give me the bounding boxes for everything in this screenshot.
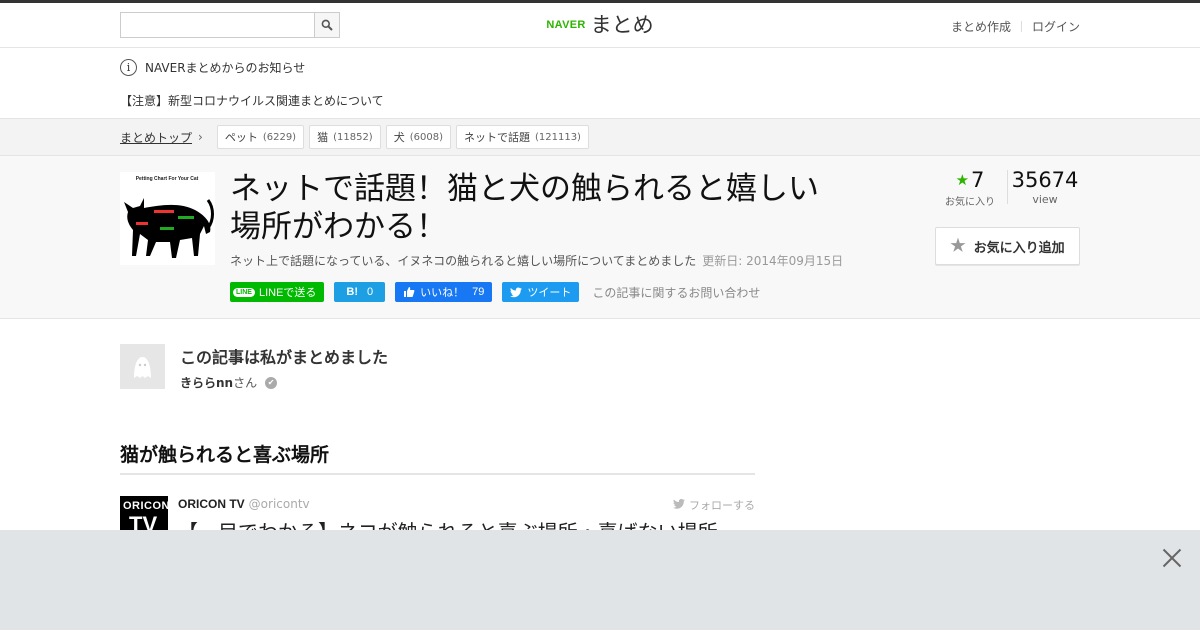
search-icon bbox=[321, 19, 333, 31]
tag-dog[interactable]: 犬 (6008) bbox=[385, 125, 451, 149]
author-name: きららnnさん ✔ bbox=[180, 374, 278, 391]
header-nav: まとめ作成 ログイン bbox=[951, 18, 1080, 35]
tweet-avatar-line1: ORICON bbox=[123, 500, 170, 512]
author-box: この記事は私がまとめました きららnnさん ✔ bbox=[120, 344, 760, 390]
author-suffix: さん bbox=[233, 376, 258, 390]
tag-count: (6008) bbox=[409, 131, 443, 143]
tweet-user-handle: @oricontv bbox=[248, 497, 310, 511]
article-title: ネットで話題！猫と犬の触られると嬉しい場所がわかる！ bbox=[230, 171, 819, 245]
avatar[interactable] bbox=[120, 344, 165, 389]
hatena-count: 0 bbox=[367, 286, 374, 298]
cat-chart-image: Petting Chart For Your Cat bbox=[120, 172, 215, 265]
hatena-bookmark-button[interactable]: B! 0 bbox=[334, 282, 386, 302]
tag-count: (11852) bbox=[333, 131, 373, 143]
nav-divider bbox=[1020, 21, 1022, 32]
notice-item-link[interactable]: 【注意】新型コロナウイルス関連まとめについて bbox=[120, 92, 384, 109]
article-description: ネット上で話題になっている、イヌネコの触られると嬉しい場所についてまとめました更… bbox=[230, 252, 843, 269]
chevron-right-icon: › bbox=[198, 130, 203, 144]
tweet-follow-button[interactable]: フォローする bbox=[673, 497, 755, 513]
breadcrumb: まとめトップ › ペット (6229) 猫 (11852) 犬 (6008) ネットで… bbox=[0, 118, 1200, 156]
ad-overlay-banner bbox=[0, 530, 1200, 630]
tweet-user-name[interactable]: ORICON TV bbox=[178, 497, 245, 511]
author-heading: この記事は私がまとめました bbox=[180, 348, 389, 367]
facebook-like-count: 79 bbox=[472, 286, 485, 298]
tag-count: (6229) bbox=[262, 131, 297, 143]
notice-title: NAVERまとめからのお知らせ bbox=[145, 61, 306, 75]
hatena-icon: B! bbox=[346, 286, 359, 298]
login-link[interactable]: ログイン bbox=[1032, 18, 1080, 35]
tweet-user: ORICON TV @oricontv bbox=[178, 497, 310, 511]
updated-date: 更新日: 2014年09月15日 bbox=[702, 254, 844, 268]
thumbnail-caption: Petting Chart For Your Cat bbox=[136, 176, 199, 182]
tag-label: ネットで話題 bbox=[463, 131, 530, 144]
inquiry-link[interactable]: この記事に関するお問い合わせ bbox=[592, 284, 760, 301]
thumbs-up-icon bbox=[404, 287, 415, 297]
tag-label: ペット bbox=[224, 131, 258, 144]
author-username: きららnn bbox=[180, 376, 234, 390]
view-label: view bbox=[1032, 193, 1058, 206]
favorite-count: 7 bbox=[971, 168, 985, 192]
notice-heading: i NAVERまとめからのお知らせ bbox=[120, 59, 305, 76]
breadcrumb-top-link[interactable]: まとめトップ bbox=[120, 129, 192, 146]
article-thumbnail[interactable]: Petting Chart For Your Cat bbox=[120, 172, 215, 265]
favorite-stat: ★7 お気に入り bbox=[935, 168, 1005, 208]
star-icon: ★ bbox=[955, 171, 970, 189]
search-input[interactable] bbox=[121, 13, 315, 37]
search-button[interactable] bbox=[314, 13, 339, 37]
view-stat: 35674 view bbox=[1010, 168, 1080, 206]
create-matome-link[interactable]: まとめ作成 bbox=[951, 18, 1011, 35]
default-avatar-icon bbox=[120, 344, 165, 389]
section-heading: 猫が触られると喜ぶ場所 bbox=[120, 440, 755, 475]
view-count: 35674 bbox=[1011, 168, 1079, 192]
add-favorite-button[interactable]: ★ お気に入り追加 bbox=[935, 227, 1080, 265]
tag-count: (121113) bbox=[534, 131, 581, 143]
tag-cat[interactable]: 猫 (11852) bbox=[309, 125, 381, 149]
star-outline-icon: ★ bbox=[950, 236, 966, 255]
share-bar: LINE LINEで送る B! 0 いいね！ 79 ツイート この記事に関するお問い合… bbox=[230, 282, 760, 302]
twitter-bird-icon bbox=[673, 498, 685, 512]
description-text: ネット上で話題になっている、イヌネコの触られると嬉しい場所についてまとめました bbox=[230, 254, 697, 268]
verified-check-icon: ✔ bbox=[265, 376, 278, 389]
tag-net-topic[interactable]: ネットで話題 (121113) bbox=[455, 125, 589, 149]
stats-divider bbox=[1007, 170, 1008, 204]
line-share-label: LINEで送る bbox=[258, 287, 317, 299]
site-logo[interactable]: NAVER まとめ bbox=[546, 13, 653, 37]
line-share-button[interactable]: LINE LINEで送る bbox=[230, 282, 325, 302]
article-header: Petting Chart For Your Cat ネットで話題！猫と犬の触ら… bbox=[0, 156, 1200, 319]
facebook-like-label: いいね！ bbox=[420, 287, 465, 299]
favorite-label: お気に入り bbox=[945, 197, 995, 208]
info-icon: i bbox=[120, 59, 137, 76]
tweet-follow-label: フォローする bbox=[689, 499, 755, 512]
logo-matome: まとめ bbox=[590, 13, 654, 37]
tweet-label: ツイート bbox=[527, 287, 572, 299]
tweet-button[interactable]: ツイート bbox=[502, 282, 580, 302]
search-box bbox=[120, 12, 340, 38]
tag-pet[interactable]: ペット (6229) bbox=[216, 125, 305, 149]
tag-label: 犬 bbox=[393, 131, 405, 144]
logo-naver: NAVER bbox=[546, 19, 586, 31]
add-favorite-label: お気に入り追加 bbox=[973, 239, 1065, 255]
author-name-link[interactable]: きららnnさん bbox=[180, 374, 257, 391]
close-icon[interactable] bbox=[1162, 548, 1182, 568]
facebook-like-button[interactable]: いいね！ 79 bbox=[395, 282, 493, 302]
twitter-bird-icon bbox=[510, 286, 523, 297]
tag-label: 猫 bbox=[317, 131, 329, 144]
line-icon: LINE bbox=[233, 287, 255, 297]
notice-panel: i NAVERまとめからのお知らせ 【注意】新型コロナウイルス関連まとめについて bbox=[0, 48, 1200, 118]
site-header: NAVER まとめ まとめ作成 ログイン bbox=[0, 3, 1200, 48]
